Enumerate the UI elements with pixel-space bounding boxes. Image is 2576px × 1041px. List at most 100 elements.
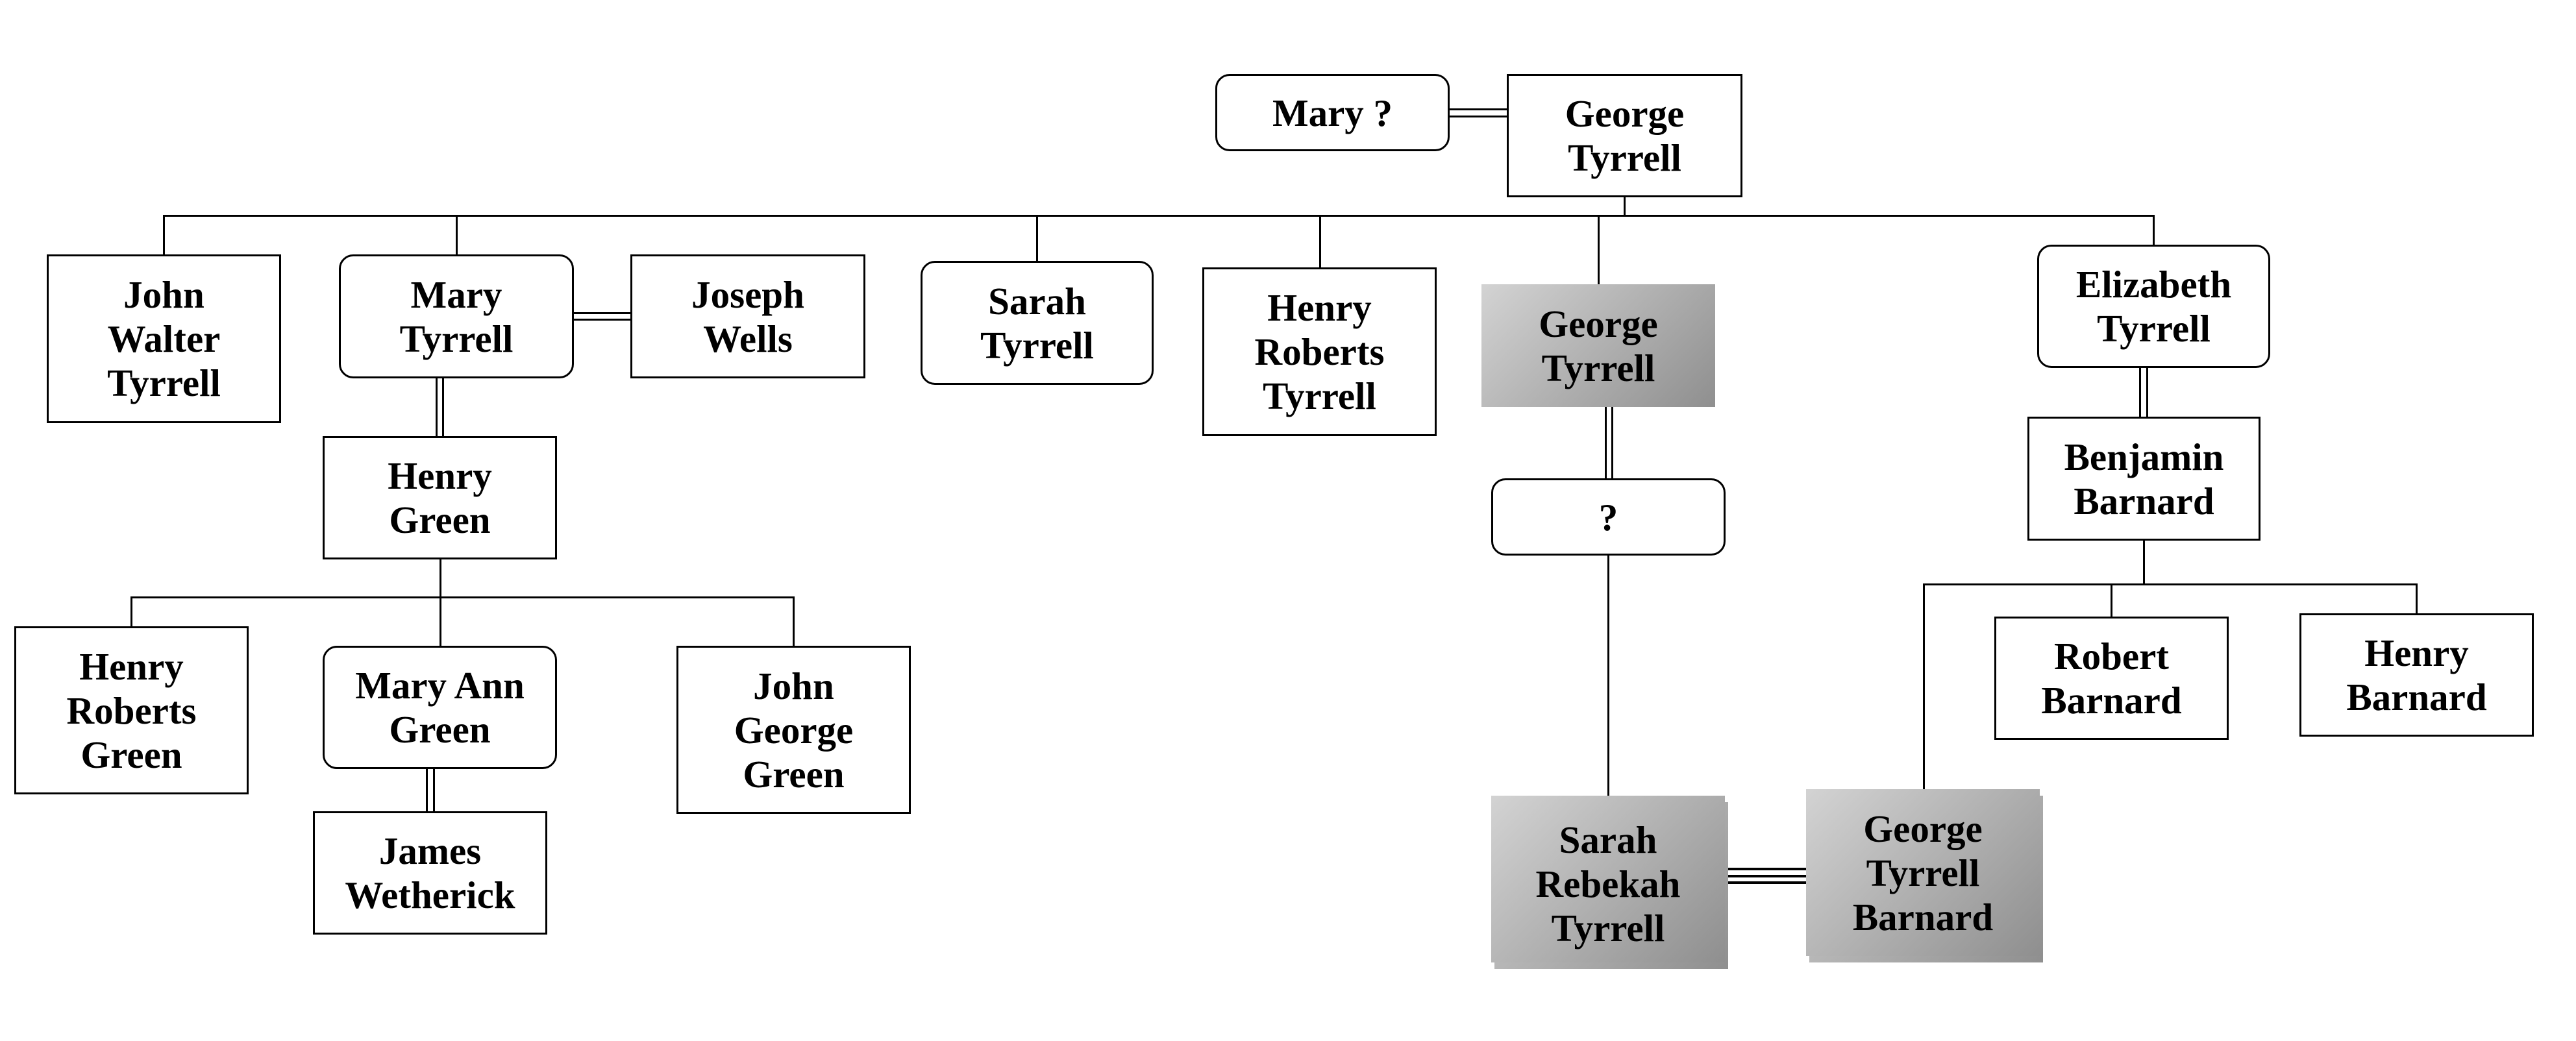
family-tree-diagram: Mary ? George Tyrrell John Walter Tyrrel… bbox=[0, 0, 2576, 1041]
sibling-bar-green-children bbox=[130, 596, 795, 598]
descent-line-henry-green-children bbox=[439, 559, 441, 646]
name-line: Mary ? bbox=[1272, 91, 1393, 134]
descent-line-sarah-rebekah-tyrrell bbox=[1607, 556, 1609, 796]
name-line: Green bbox=[389, 708, 491, 751]
name-line: Green bbox=[743, 752, 845, 796]
marriage-line-elizabeth-benjamin-left bbox=[2139, 368, 2141, 417]
person-box-mary-unknown: Mary ? bbox=[1215, 74, 1450, 151]
person-name: John George Green bbox=[734, 664, 853, 796]
sibling-bar-tyrrell-children bbox=[163, 215, 2155, 217]
name-line: Elizabeth bbox=[2075, 263, 2232, 306]
marriage-line-mary-tyrrell-joseph-wells-lower bbox=[574, 319, 630, 321]
person-name: George Tyrrell bbox=[1565, 92, 1684, 180]
person-box-george-tyrrell-jr-highlighted: George Tyrrell bbox=[1481, 284, 1715, 407]
person-name: Henry Roberts Tyrrell bbox=[1255, 286, 1385, 418]
child-connector-henry-roberts-green bbox=[130, 596, 132, 626]
descent-line-george-tyrrell-children bbox=[1624, 197, 1626, 215]
name-line: Barnard bbox=[2074, 479, 2214, 522]
person-box-john-walter-tyrrell: John Walter Tyrrell bbox=[47, 254, 281, 423]
name-line: George bbox=[1565, 92, 1685, 135]
child-connector-elizabeth-tyrrell bbox=[2152, 215, 2155, 245]
marriage-line-elizabeth-benjamin-right bbox=[2146, 368, 2148, 417]
child-connector-mary-tyrrell bbox=[455, 215, 458, 254]
person-box-mary-tyrrell: Mary Tyrrell bbox=[339, 254, 574, 378]
marriage-line-sarah-rebekah-george-barnard-bottom bbox=[1728, 881, 1806, 884]
person-box-sarah-rebekah-tyrrell-highlighted: Sarah Rebekah Tyrrell bbox=[1491, 796, 1728, 969]
name-line: Tyrrell bbox=[1568, 136, 1681, 179]
person-name: James Wetherick bbox=[345, 829, 515, 917]
person-name: Mary ? bbox=[1272, 91, 1393, 135]
person-name: George Tyrrell Barnard bbox=[1853, 807, 1993, 939]
marriage-line-mary-tyrrell-henry-green-right bbox=[442, 378, 444, 436]
marriage-line-george-tyrrell-jr-unknown-left bbox=[1604, 407, 1607, 478]
person-name: Mary Tyrrell bbox=[400, 273, 514, 361]
person-box-george-tyrrell-sr: George Tyrrell bbox=[1507, 74, 1742, 197]
child-connector-sarah-tyrrell bbox=[1035, 215, 1038, 261]
name-line: Mary bbox=[410, 273, 502, 316]
name-line: Green bbox=[389, 498, 491, 541]
name-line: Wells bbox=[703, 317, 793, 360]
name-line: Tyrrell bbox=[1551, 906, 1665, 949]
person-box-henry-roberts-tyrrell: Henry Roberts Tyrrell bbox=[1202, 267, 1437, 436]
person-name: George Tyrrell bbox=[1539, 302, 1657, 390]
name-line: Barnard bbox=[2346, 676, 2487, 718]
name-line: Henry bbox=[1267, 286, 1372, 329]
person-box-george-tyrrell-barnard-highlighted: George Tyrrell Barnard bbox=[1806, 789, 2043, 962]
marriage-line-mary-ann-green-james-wetherick-right bbox=[432, 769, 435, 811]
name-line: Henry bbox=[2364, 631, 2469, 674]
name-line: Sarah bbox=[1559, 818, 1657, 861]
name-line: Rebekah bbox=[1535, 862, 1681, 905]
child-connector-john-george-green bbox=[792, 596, 795, 646]
person-name: Henry Roberts Green bbox=[67, 644, 197, 777]
name-line: Tyrrell bbox=[980, 323, 1094, 367]
name-line: Robert bbox=[2054, 635, 2169, 678]
name-line: Joseph bbox=[691, 273, 804, 316]
person-box-unknown-spouse: ? bbox=[1491, 478, 1726, 556]
name-line: George bbox=[1539, 302, 1658, 345]
name-line: Mary Ann bbox=[355, 664, 525, 707]
person-name: Mary Ann Green bbox=[355, 663, 525, 752]
name-line: Tyrrell bbox=[1263, 374, 1376, 417]
name-line: Tyrrell bbox=[2097, 307, 2211, 350]
marriage-line-sarah-rebekah-george-barnard-top bbox=[1728, 868, 1806, 870]
person-name: Benjamin Barnard bbox=[2064, 435, 2224, 523]
marriage-line-mary-george-tyrrell-lower bbox=[1450, 116, 1507, 117]
name-line: George bbox=[734, 708, 854, 752]
name-line: Benjamin bbox=[2064, 435, 2224, 478]
name-line: John bbox=[123, 273, 204, 316]
marriage-line-george-tyrrell-jr-unknown-right bbox=[1611, 407, 1613, 478]
person-box-john-george-green: John George Green bbox=[676, 646, 911, 814]
name-line: Walter bbox=[107, 317, 221, 360]
person-box-robert-barnard: Robert Barnard bbox=[1994, 617, 2229, 740]
person-box-elizabeth-tyrrell: Elizabeth Tyrrell bbox=[2037, 245, 2270, 368]
name-line: John bbox=[753, 664, 834, 707]
person-box-james-wetherick: James Wetherick bbox=[313, 811, 547, 935]
name-line: ? bbox=[1598, 495, 1618, 539]
person-box-henry-green: Henry Green bbox=[323, 436, 557, 559]
marriage-line-mary-george-tyrrell-upper bbox=[1450, 108, 1507, 110]
marriage-line-mary-ann-green-james-wetherick-left bbox=[426, 769, 428, 811]
name-line: Sarah bbox=[988, 279, 1086, 323]
child-connector-george-tyrrell-barnard bbox=[1922, 583, 1925, 789]
marriage-line-mary-tyrrell-joseph-wells-upper bbox=[574, 312, 630, 314]
name-line: Tyrrell bbox=[1541, 346, 1655, 389]
person-box-benjamin-barnard: Benjamin Barnard bbox=[2027, 417, 2260, 541]
person-name: Robert Barnard bbox=[2041, 634, 2181, 722]
marriage-line-sarah-rebekah-george-barnard-middle bbox=[1728, 874, 1806, 877]
name-line: Barnard bbox=[1852, 895, 1994, 938]
person-box-mary-ann-green: Mary Ann Green bbox=[323, 646, 557, 769]
name-line: Roberts bbox=[66, 689, 197, 732]
name-line: Barnard bbox=[2041, 679, 2182, 722]
person-box-joseph-wells: Joseph Wells bbox=[630, 254, 865, 378]
person-name: Joseph Wells bbox=[691, 273, 804, 361]
person-name: Sarah Rebekah Tyrrell bbox=[1536, 818, 1681, 950]
child-connector-robert-barnard bbox=[2110, 583, 2112, 617]
name-line: Tyrrell bbox=[399, 317, 514, 360]
descent-line-benjamin-barnard-children bbox=[2142, 541, 2145, 584]
name-line: Wetherick bbox=[345, 874, 515, 916]
person-box-sarah-tyrrell: Sarah Tyrrell bbox=[921, 261, 1154, 385]
marriage-line-mary-tyrrell-henry-green-left bbox=[435, 378, 438, 436]
name-line: Henry bbox=[388, 454, 492, 497]
name-line: Green bbox=[80, 733, 182, 776]
person-name: John Walter Tyrrell bbox=[107, 273, 221, 405]
